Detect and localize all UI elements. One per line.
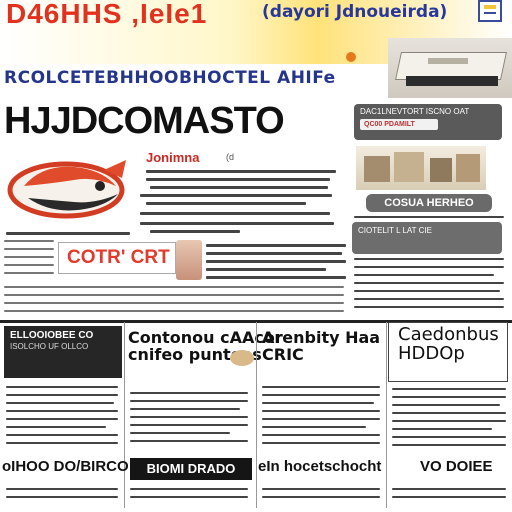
masthead-red-title: D46HHS ,IeIe1 (6, 0, 208, 29)
promo-logo[interactable]: COTR' CRT (58, 242, 176, 274)
column4-headline[interactable]: Caedonbus HDDOp (398, 325, 499, 364)
right-column-box-label: QC00 PDAMILT (360, 119, 438, 131)
right-column-box-secondary-text: CIOTELIT L LAT CIE (358, 226, 432, 235)
bottom-headline-1[interactable]: oIHOO DO/BIRCO (2, 458, 129, 475)
masthead-blue-title: (dayori Jdnoueirda) (262, 2, 448, 22)
bottom-headline-4[interactable]: VO DOIEE (420, 458, 493, 475)
column3-headline[interactable]: Arenbity Haa CRIC (262, 329, 380, 364)
column-divider (386, 322, 387, 508)
lower-box-subtitle: ISOLCHO UF OLLCO (10, 342, 89, 351)
fish-illustration-icon (7, 160, 126, 219)
column2-headline-line2: cnifeo punteas (128, 344, 262, 364)
right-column-box-secondary[interactable]: CIOTELIT L LAT CIE (352, 222, 502, 254)
bottom-headline-2[interactable]: BIOMI DRADO (130, 458, 252, 480)
article-kicker-tail: (d (226, 152, 235, 162)
right-column-pill[interactable]: COSUA HERHEO (366, 194, 492, 212)
right-column-box-text: DAC1LNEVTORT ISCNO OAT (360, 107, 470, 116)
right-column-box[interactable]: DAC1LNEVTORT ISCNO OAT QC00 PDAMILT (354, 104, 502, 140)
lower-box-feature[interactable]: ELLOOIOBEE CO ISOLCHO UF OLLCO (4, 326, 122, 378)
document-icon (478, 0, 502, 22)
column-divider (256, 322, 257, 508)
article-kicker[interactable]: Jonimna (146, 150, 199, 165)
portrait-photo (176, 240, 202, 280)
main-headline[interactable]: HJJDCOMASTO (4, 100, 285, 143)
fork-icon (230, 350, 254, 366)
column3-headline-line2: CRIC (262, 344, 304, 364)
bottom-headline-3[interactable]: eIn hocetschocht (258, 458, 381, 475)
promo-logo-text: COTR' CRT (67, 247, 170, 268)
column4-headline-line2: HDDOp (398, 342, 465, 364)
ad-logo-icon (346, 52, 382, 76)
nameplate: RCOLCETEBHHOOBHOCTEL AHIFe (4, 68, 336, 88)
right-column-image[interactable] (356, 146, 486, 190)
ad-image[interactable] (388, 38, 512, 98)
column2-headline[interactable]: Contonou cAAcor cnifeo punteas (128, 329, 283, 364)
column-divider (124, 322, 125, 508)
lower-box-title: ELLOOIOBEE CO (10, 330, 94, 341)
